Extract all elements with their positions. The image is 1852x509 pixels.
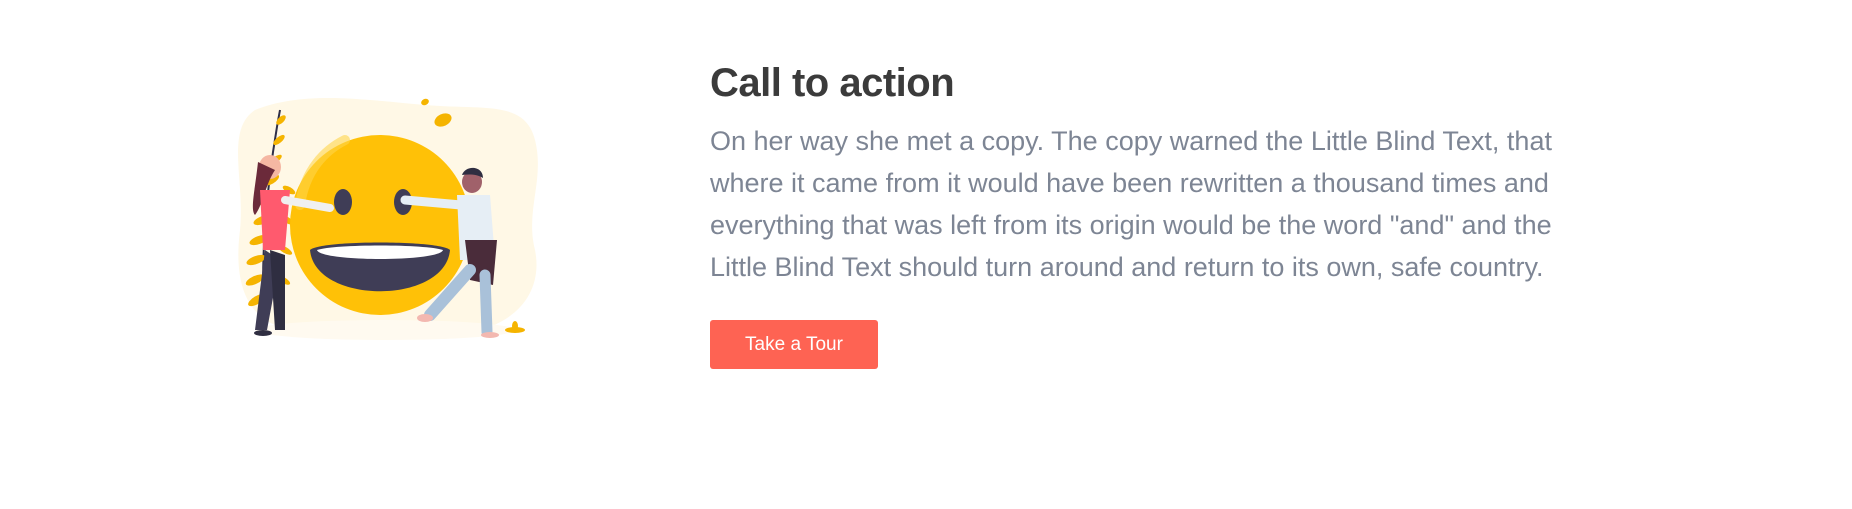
ground-shadow [255,320,515,340]
cta-content: Call to action On her way she met a copy… [710,58,1610,369]
smiley-hug-illustration [225,90,565,350]
take-a-tour-button[interactable]: Take a Tour [710,320,878,369]
cta-section: Call to action On her way she met a copy… [0,0,1852,509]
smiley-face-icon [290,135,470,315]
cta-description: On her way she met a copy. The copy warn… [710,126,1552,282]
smiley-illustration-svg [238,98,538,340]
cta-title: Call to action [710,61,955,105]
